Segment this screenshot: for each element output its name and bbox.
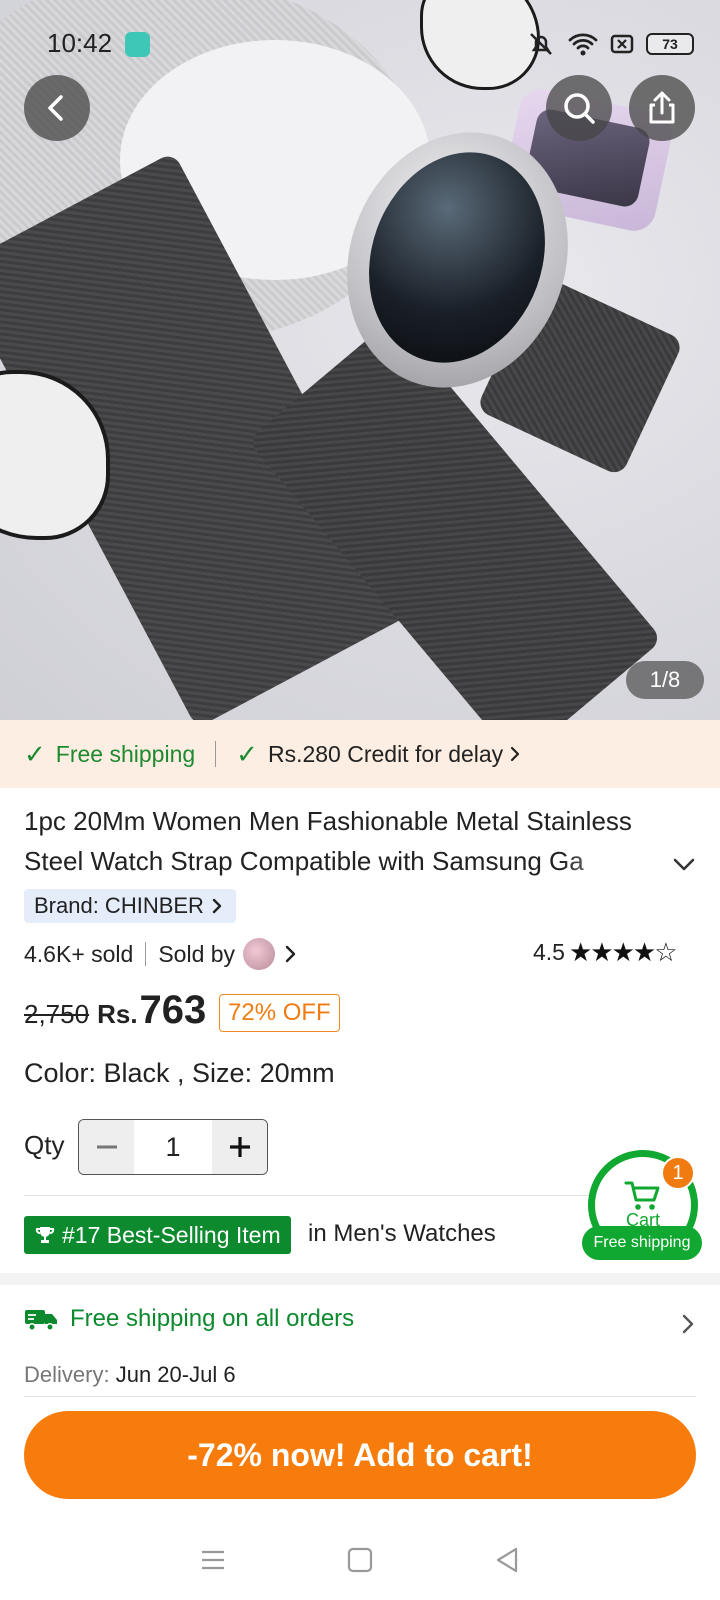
chevron-right-icon[interactable] xyxy=(676,1312,700,1336)
sales-meta: 4.6K+ sold Sold by xyxy=(24,938,299,970)
shipping-info-title: Free shipping on all orders xyxy=(70,1305,355,1332)
free-shipping-label: Free shipping xyxy=(55,740,196,767)
status-time: 10:42 xyxy=(47,28,113,58)
quantity-label: Qty xyxy=(24,1130,65,1160)
share-button[interactable] xyxy=(629,75,695,141)
image-counter: 1/8 xyxy=(626,661,704,699)
battery-icon: 73 xyxy=(646,33,694,55)
meta-divider xyxy=(145,942,147,966)
plus-icon xyxy=(229,1137,250,1157)
decrease-quantity-button[interactable] xyxy=(79,1120,134,1174)
section-divider xyxy=(24,1396,696,1397)
minus-icon xyxy=(96,1145,117,1149)
original-price: 2,750 xyxy=(24,999,90,1029)
truck-icon xyxy=(25,1310,57,1331)
search-button[interactable] xyxy=(546,75,612,141)
quantity-stepper: 1 xyxy=(78,1119,268,1175)
expand-title-chevron-icon[interactable] xyxy=(670,850,698,878)
delivery-label: Delivery: xyxy=(24,1362,110,1387)
trophy-icon xyxy=(35,1227,55,1243)
mute-icon xyxy=(530,33,552,55)
brand-label: Brand: CHINBER xyxy=(34,893,204,918)
menu-icon xyxy=(202,1550,225,1570)
back-triangle-icon xyxy=(496,1547,517,1573)
cart-count-badge: 1 xyxy=(661,1156,695,1190)
cart-icon xyxy=(624,1181,660,1210)
section-gap xyxy=(0,1273,720,1285)
nav-back-button[interactable] xyxy=(487,1540,527,1580)
currency-symbol: Rs. xyxy=(97,999,138,1029)
status-icons: 73 xyxy=(526,30,694,58)
increase-quantity-button[interactable] xyxy=(212,1120,267,1174)
share-icon xyxy=(649,91,675,124)
chevron-left-icon xyxy=(48,95,63,121)
back-button[interactable] xyxy=(24,75,90,141)
chevron-right-icon xyxy=(212,898,222,914)
status-bar: 10:42 73 xyxy=(0,0,720,86)
add-to-cart-button[interactable]: -72% now! Add to cart! xyxy=(24,1411,696,1499)
wifi-icon xyxy=(568,33,598,56)
cart-free-shipping-tag: Free shipping xyxy=(582,1226,702,1260)
shipping-info-row[interactable]: Free shipping on all orders xyxy=(24,1305,354,1333)
chevron-right-icon xyxy=(511,746,520,762)
sim-off-icon xyxy=(610,34,634,54)
title-fade xyxy=(560,842,660,882)
product-rating[interactable]: 4.5 ★★★★☆ xyxy=(533,937,678,968)
sold-count: 4.6K+ sold xyxy=(24,940,134,967)
price-row: 2,750 Rs. 763 xyxy=(24,988,206,1033)
seller-avatar[interactable] xyxy=(243,938,276,970)
best-selling-label: #17 Best-Selling Item xyxy=(62,1221,281,1248)
quantity-value[interactable]: 1 xyxy=(134,1120,212,1174)
search-icon xyxy=(564,93,595,124)
delay-credit-label: Rs.280 Credit for delay xyxy=(267,740,504,767)
sold-by-label: Sold by xyxy=(158,940,236,967)
home-square-icon xyxy=(347,1547,373,1573)
delivery-estimate: Delivery: Jun 20-Jul 6 xyxy=(24,1362,236,1388)
chevron-right-icon[interactable] xyxy=(283,943,299,965)
sale-price: 763 xyxy=(139,988,207,1032)
discount-badge: 72% OFF xyxy=(219,994,340,1032)
brand-link[interactable]: Brand: CHINBER xyxy=(24,889,236,923)
star-rating-icon: ★★★★☆ xyxy=(568,937,678,967)
system-navigation-bar xyxy=(0,1520,720,1600)
best-selling-badge[interactable]: #17 Best-Selling Item xyxy=(24,1216,291,1254)
nav-menu-button[interactable] xyxy=(193,1540,233,1580)
check-icon: ✓ xyxy=(24,738,46,769)
shipping-banner[interactable]: ✓ Free shipping ✓ Rs.280 Credit for dela… xyxy=(0,720,720,788)
notification-app-icon xyxy=(125,32,150,57)
check-icon: ✓ xyxy=(236,738,258,769)
rating-value: 4.5 xyxy=(533,939,565,965)
selected-variant[interactable]: Color: Black , Size: 20mm xyxy=(24,1058,335,1089)
product-image-gallery[interactable] xyxy=(0,0,720,720)
best-selling-category[interactable]: in Men's Watches xyxy=(308,1220,496,1248)
delivery-dates: Jun 20-Jul 6 xyxy=(115,1362,236,1387)
banner-divider xyxy=(215,741,217,767)
nav-home-button[interactable] xyxy=(340,1540,380,1580)
